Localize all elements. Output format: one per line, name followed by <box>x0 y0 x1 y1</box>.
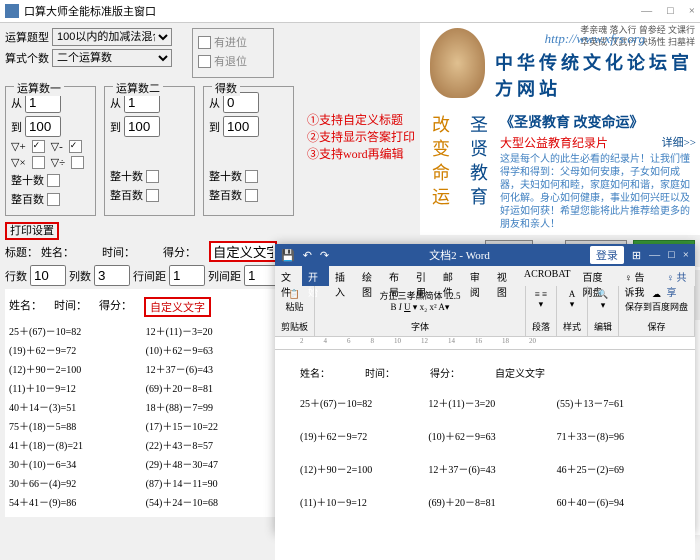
word-tab[interactable]: 绘图 <box>356 266 383 286</box>
word-tab[interactable]: 百度网盘 <box>577 266 619 286</box>
equation-cell: 75＋(18)－5=88 <box>9 418 138 433</box>
detail-link[interactable]: 详细>> <box>662 134 696 150</box>
word-share[interactable]: ♀ 共享 <box>661 266 695 286</box>
rowgap-input[interactable] <box>169 265 205 286</box>
word-titlebar[interactable]: 💾 ↶ ↷ 文档2 - Word 登录 ⊞ — □ × <box>275 244 695 266</box>
banner-portrait <box>430 28 485 98</box>
equation-cell: (19)＋62－9=72 <box>9 342 138 357</box>
word-equation: (55)＋13－7=61 <box>557 395 670 410</box>
equation-cell: 12＋37－(6)=43 <box>146 361 275 376</box>
word-tab[interactable]: ♀ 告诉我 <box>619 266 661 286</box>
word-equation: 12＋37－(6)=43 <box>428 461 541 476</box>
word-tab[interactable]: ACROBAT <box>518 266 577 286</box>
word-equation: (10)＋62－9=63 <box>428 428 541 443</box>
word-tab[interactable]: 视图 <box>491 266 518 286</box>
word-ribbon-tabs: 文件开始插入绘图布局引用邮件审阅视图ACROBAT百度网盘♀ 告诉我♀ 共享 <box>275 266 695 286</box>
print-section-label: 打印设置 <box>5 222 59 240</box>
equation-cell: 18＋(88)－7=99 <box>146 399 275 414</box>
result-group: 得数 从 到 整十数 整百数 <box>203 86 294 216</box>
equation-cell: (54)＋24－10=68 <box>146 494 275 509</box>
borrow-checkbox[interactable] <box>198 55 211 68</box>
carry-checkbox[interactable] <box>198 36 211 49</box>
res-to[interactable] <box>223 116 259 137</box>
equation-cell: 12＋(11)－3=20 <box>146 323 275 338</box>
redo-icon[interactable]: ↷ <box>320 249 329 262</box>
word-equation: 71＋33－(8)=96 <box>557 428 670 443</box>
word-equation: 46＋25－(2)=69 <box>557 461 670 476</box>
equation-cell: (22)＋43－8=57 <box>146 437 275 452</box>
count-label: 算式个数 <box>5 50 49 66</box>
save-icon[interactable]: 💾 <box>281 249 295 262</box>
window-controls: — □ × <box>641 5 695 17</box>
equation-cell: 54＋41－(9)=86 <box>9 494 138 509</box>
banner-url[interactable]: http://www.xfrs.org <box>545 31 645 47</box>
banner-title: 中华传统文化论坛官方网站 <box>495 49 700 101</box>
word-tab[interactable]: 插入 <box>329 266 356 286</box>
tens2-checkbox[interactable] <box>146 170 159 183</box>
equation-cell: (10)＋62－9=63 <box>146 342 275 357</box>
word-equation: (69)＋20－8=81 <box>428 494 541 509</box>
annotations: ①支持自定义标题 ②支持显示答案打印 ③支持word再编辑 <box>302 86 415 216</box>
hund3-checkbox[interactable] <box>245 189 258 202</box>
minimize-icon[interactable]: — <box>641 5 652 17</box>
equation-cell: (17)＋15－10=22 <box>146 418 275 433</box>
undo-icon[interactable]: ↶ <box>303 249 312 262</box>
equation-cell: 30＋66－(4)=92 <box>9 475 138 490</box>
borrow-label: 有退位 <box>214 53 247 69</box>
word-equation: (12)＋90－2=100 <box>300 461 413 476</box>
app-icon <box>5 4 19 18</box>
word-document[interactable]: 姓名： 时间： 得分： 自定义文字 25＋(67)－10=8212＋(11)－3… <box>275 350 695 560</box>
word-ruler: 2468101214161820 <box>275 337 695 350</box>
type-select[interactable]: 100以内的加减法混合 <box>52 28 172 46</box>
tens1-checkbox[interactable] <box>47 174 60 187</box>
window-titlebar: 口算大师全能标准版主窗口 — □ × <box>0 0 700 23</box>
equation-cell: (87)＋14－11=90 <box>146 475 275 490</box>
word-toolbar: 📋粘贴剪贴板 方正三孝黑简体 12.5B I U ▾ x₂ x² A▾字体 ≡ … <box>275 286 695 337</box>
operand1-group: 运算数一 从 到 ▽+▽- ▽×▽÷ 整十数 整百数 <box>5 86 96 216</box>
word-window: 💾 ↶ ↷ 文档2 - Word 登录 ⊞ — □ × 文件开始插入绘图布局引用… <box>275 244 695 534</box>
word-x-icon[interactable]: × <box>683 249 689 261</box>
carry-label: 有进位 <box>214 34 247 50</box>
equation-cell: 41＋(18)－(8)=21 <box>9 437 138 452</box>
op1-to[interactable] <box>25 116 61 137</box>
word-max-icon[interactable]: — <box>649 249 660 261</box>
login-button[interactable]: 登录 <box>590 246 624 264</box>
equation-cell: 30＋(10)－6=34 <box>9 456 138 471</box>
equation-cell: (12)＋90－2=100 <box>9 361 138 376</box>
hund1-checkbox[interactable] <box>47 193 60 206</box>
cols-input[interactable] <box>94 265 130 286</box>
hund2-checkbox[interactable] <box>146 189 159 202</box>
word-close-icon[interactable]: □ <box>668 249 675 261</box>
word-tab[interactable]: 开始 <box>302 266 329 286</box>
word-equation: 60＋40－(6)=94 <box>557 494 670 509</box>
vertical-text-1: 改变命运 <box>424 112 456 231</box>
equation-cell: 40＋14－(3)=51 <box>9 399 138 414</box>
close-icon[interactable]: × <box>689 5 695 17</box>
window-title: 口算大师全能标准版主窗口 <box>24 3 156 19</box>
type-label: 运算题型 <box>5 29 49 45</box>
equation-cell: (11)＋10－9=12 <box>9 380 138 395</box>
custom-text-input[interactable] <box>209 241 277 262</box>
count-select[interactable]: 二个运算数 <box>52 49 172 67</box>
word-equation: 25＋(67)－10=82 <box>300 395 413 410</box>
word-tab[interactable]: 审阅 <box>464 266 491 286</box>
tens3-checkbox[interactable] <box>245 170 258 183</box>
equation-cell: (29)＋48－30=47 <box>146 456 275 471</box>
vertical-text-2: 圣贤教育 <box>462 112 494 231</box>
equation-cell: (69)＋20－8=81 <box>146 380 275 395</box>
rows-input[interactable] <box>30 265 66 286</box>
word-tab[interactable]: 邮件 <box>437 266 464 286</box>
word-equation: (19)＋62－9=72 <box>300 428 413 443</box>
word-tab[interactable]: 布局 <box>383 266 410 286</box>
operand2-group: 运算数二 从 到 整十数 整百数 <box>104 86 195 216</box>
word-equation: 12＋(11)－3=20 <box>428 395 541 410</box>
word-tab[interactable]: 文件 <box>275 266 302 286</box>
word-tab[interactable]: 引用 <box>410 266 437 286</box>
maximize-icon[interactable]: □ <box>667 5 674 17</box>
equation-cell: 25＋(67)－10=82 <box>9 323 138 338</box>
word-equation: (11)＋10－9=12 <box>300 494 413 509</box>
op2-to[interactable] <box>124 116 160 137</box>
banner: 孝亲魂 落入行 曾参经 文课行 华英成 汉武行 决场性 扫墓祥 http://w… <box>420 23 700 108</box>
word-min-icon[interactable]: ⊞ <box>632 249 641 262</box>
